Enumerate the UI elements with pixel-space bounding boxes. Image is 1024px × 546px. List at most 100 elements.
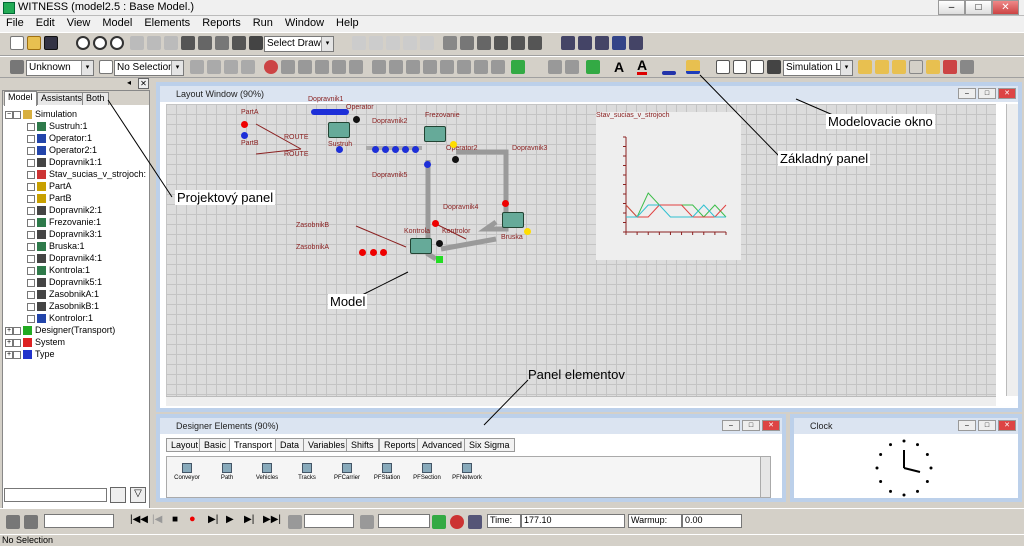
tree-checkbox[interactable]: [27, 303, 35, 311]
clock-close-button[interactable]: ✕: [998, 420, 1016, 431]
tree-checkbox[interactable]: [27, 159, 35, 167]
display-icon[interactable]: [249, 36, 263, 50]
designer-maximize-button[interactable]: □: [742, 420, 760, 431]
menu-window[interactable]: Window: [279, 16, 330, 29]
selection-dropdown[interactable]: No Selection ▾: [114, 60, 184, 76]
layer-view-icon[interactable]: [926, 60, 940, 74]
machine-frezovanie[interactable]: [424, 126, 446, 142]
page3-icon[interactable]: [386, 36, 400, 50]
element-vehicles[interactable]: Vehicles: [247, 463, 287, 481]
zoom-icon[interactable]: [110, 36, 124, 50]
timeseries-chart[interactable]: Stav_sucias_v_strojoch: [596, 112, 741, 260]
panel-pin-icon[interactable]: ◂: [127, 78, 137, 88]
element-conveyor[interactable]: Conveyor: [167, 463, 207, 481]
format-icon[interactable]: [548, 60, 562, 74]
expand-icon[interactable]: −: [5, 111, 13, 119]
clock-maximize-button[interactable]: □: [978, 420, 996, 431]
step-count-input[interactable]: [44, 514, 114, 528]
menu-elements[interactable]: Elements: [138, 16, 196, 29]
anim-toggle-icon[interactable]: [432, 515, 446, 529]
tree-checkbox[interactable]: [13, 327, 21, 335]
frame-icon[interactable]: [716, 60, 730, 74]
tree-checkbox[interactable]: [27, 279, 35, 287]
tab-model[interactable]: Model: [4, 91, 37, 106]
step-forward-icon[interactable]: ▶|: [208, 514, 218, 525]
grid2-icon[interactable]: [578, 36, 592, 50]
tree-checkbox[interactable]: [27, 195, 35, 203]
grid-lines-icon[interactable]: [750, 60, 764, 74]
hammer-icon[interactable]: [457, 60, 471, 74]
fast-forward-icon[interactable]: ▶|: [244, 514, 254, 525]
fill-color-icon[interactable]: [686, 60, 700, 74]
person-icon[interactable]: [224, 60, 238, 74]
tools-icon[interactable]: [477, 36, 491, 50]
tab-variables[interactable]: Variables: [303, 438, 350, 452]
sum-icon[interactable]: [443, 36, 457, 50]
tree-checkbox[interactable]: [27, 207, 35, 215]
menu-help[interactable]: Help: [330, 16, 365, 29]
menu-edit[interactable]: Edit: [30, 16, 61, 29]
menu-model[interactable]: Model: [96, 16, 138, 29]
tab-shifts[interactable]: Shifts: [346, 438, 379, 452]
panel-close-icon[interactable]: ✕: [138, 78, 149, 89]
search-icon[interactable]: [110, 487, 126, 503]
layout-minimize-button[interactable]: –: [958, 88, 976, 99]
flip-icon[interactable]: [528, 36, 542, 50]
tab-advanced[interactable]: Advanced: [417, 438, 468, 452]
designer-close-button[interactable]: ✕: [762, 420, 780, 431]
tree-checkbox[interactable]: [27, 231, 35, 239]
tree-checkbox[interactable]: [27, 183, 35, 191]
layout-icon[interactable]: [215, 36, 229, 50]
expand-icon[interactable]: +: [5, 327, 13, 335]
monitor-icon[interactable]: [629, 36, 643, 50]
zoom-in-icon[interactable]: [76, 36, 90, 50]
brush-icon[interactable]: [298, 60, 312, 74]
layout-vertical-scrollbar[interactable]: [1006, 104, 1018, 396]
machine-kontrola[interactable]: [410, 238, 432, 254]
tree-checkbox[interactable]: [27, 135, 35, 143]
tab-both[interactable]: Both: [82, 92, 109, 105]
arrow-up-icon[interactable]: [147, 36, 161, 50]
tag-icon[interactable]: [406, 60, 420, 74]
edit-icon[interactable]: [332, 60, 346, 74]
bucket-icon[interactable]: [281, 60, 295, 74]
page2-icon[interactable]: [369, 36, 383, 50]
zoom-out-icon[interactable]: [93, 36, 107, 50]
camera-icon[interactable]: [494, 36, 508, 50]
select-drawing-dropdown[interactable]: Select Drawing ▾: [264, 36, 334, 52]
close-button[interactable]: ✕: [992, 0, 1019, 15]
tree-checkbox[interactable]: [13, 351, 21, 359]
tool-icon[interactable]: [440, 60, 454, 74]
image-icon[interactable]: [595, 36, 609, 50]
layer-icon[interactable]: [909, 60, 923, 74]
tree-checkbox[interactable]: [27, 147, 35, 155]
tab-reports[interactable]: Reports: [379, 438, 421, 452]
run-options-icon[interactable]: [288, 515, 302, 529]
model-tree[interactable]: − Simulation Sustruh:1 Operator:1 Operator2:…: [3, 109, 149, 494]
tab-transport[interactable]: Transport: [229, 438, 278, 452]
layer-dropdown[interactable]: Simulation Laye ▾: [783, 60, 853, 76]
chart-icon[interactable]: [460, 36, 474, 50]
grid-icon[interactable]: [198, 36, 212, 50]
layout-canvas[interactable]: Dopravnik1 Operator PartA PartB ROUTE RO…: [166, 96, 996, 396]
element-tracks[interactable]: Tracks: [287, 463, 327, 481]
stop-icon[interactable]: ■: [172, 514, 178, 525]
menu-file[interactable]: File: [0, 16, 30, 29]
paste-icon[interactable]: [420, 36, 434, 50]
anim-view-icon[interactable]: [468, 515, 482, 529]
lock2-icon[interactable]: [586, 60, 600, 74]
checkbox-icon[interactable]: [99, 60, 113, 74]
element-path[interactable]: Path: [207, 463, 247, 481]
puzzle-icon[interactable]: [372, 60, 386, 74]
tab-data[interactable]: Data: [275, 438, 305, 452]
copy-icon[interactable]: [403, 36, 417, 50]
font-color-icon[interactable]: A: [637, 58, 648, 75]
menu-view[interactable]: View: [61, 16, 97, 29]
tree-checkbox[interactable]: [27, 255, 35, 263]
save-icon[interactable]: [44, 36, 58, 50]
pencil-icon[interactable]: [565, 60, 579, 74]
layer-folder2-icon[interactable]: [875, 60, 889, 74]
walk-icon[interactable]: [190, 60, 204, 74]
element-pfsection[interactable]: PFSection: [407, 463, 447, 481]
layout-horizontal-scrollbar[interactable]: [166, 396, 996, 406]
